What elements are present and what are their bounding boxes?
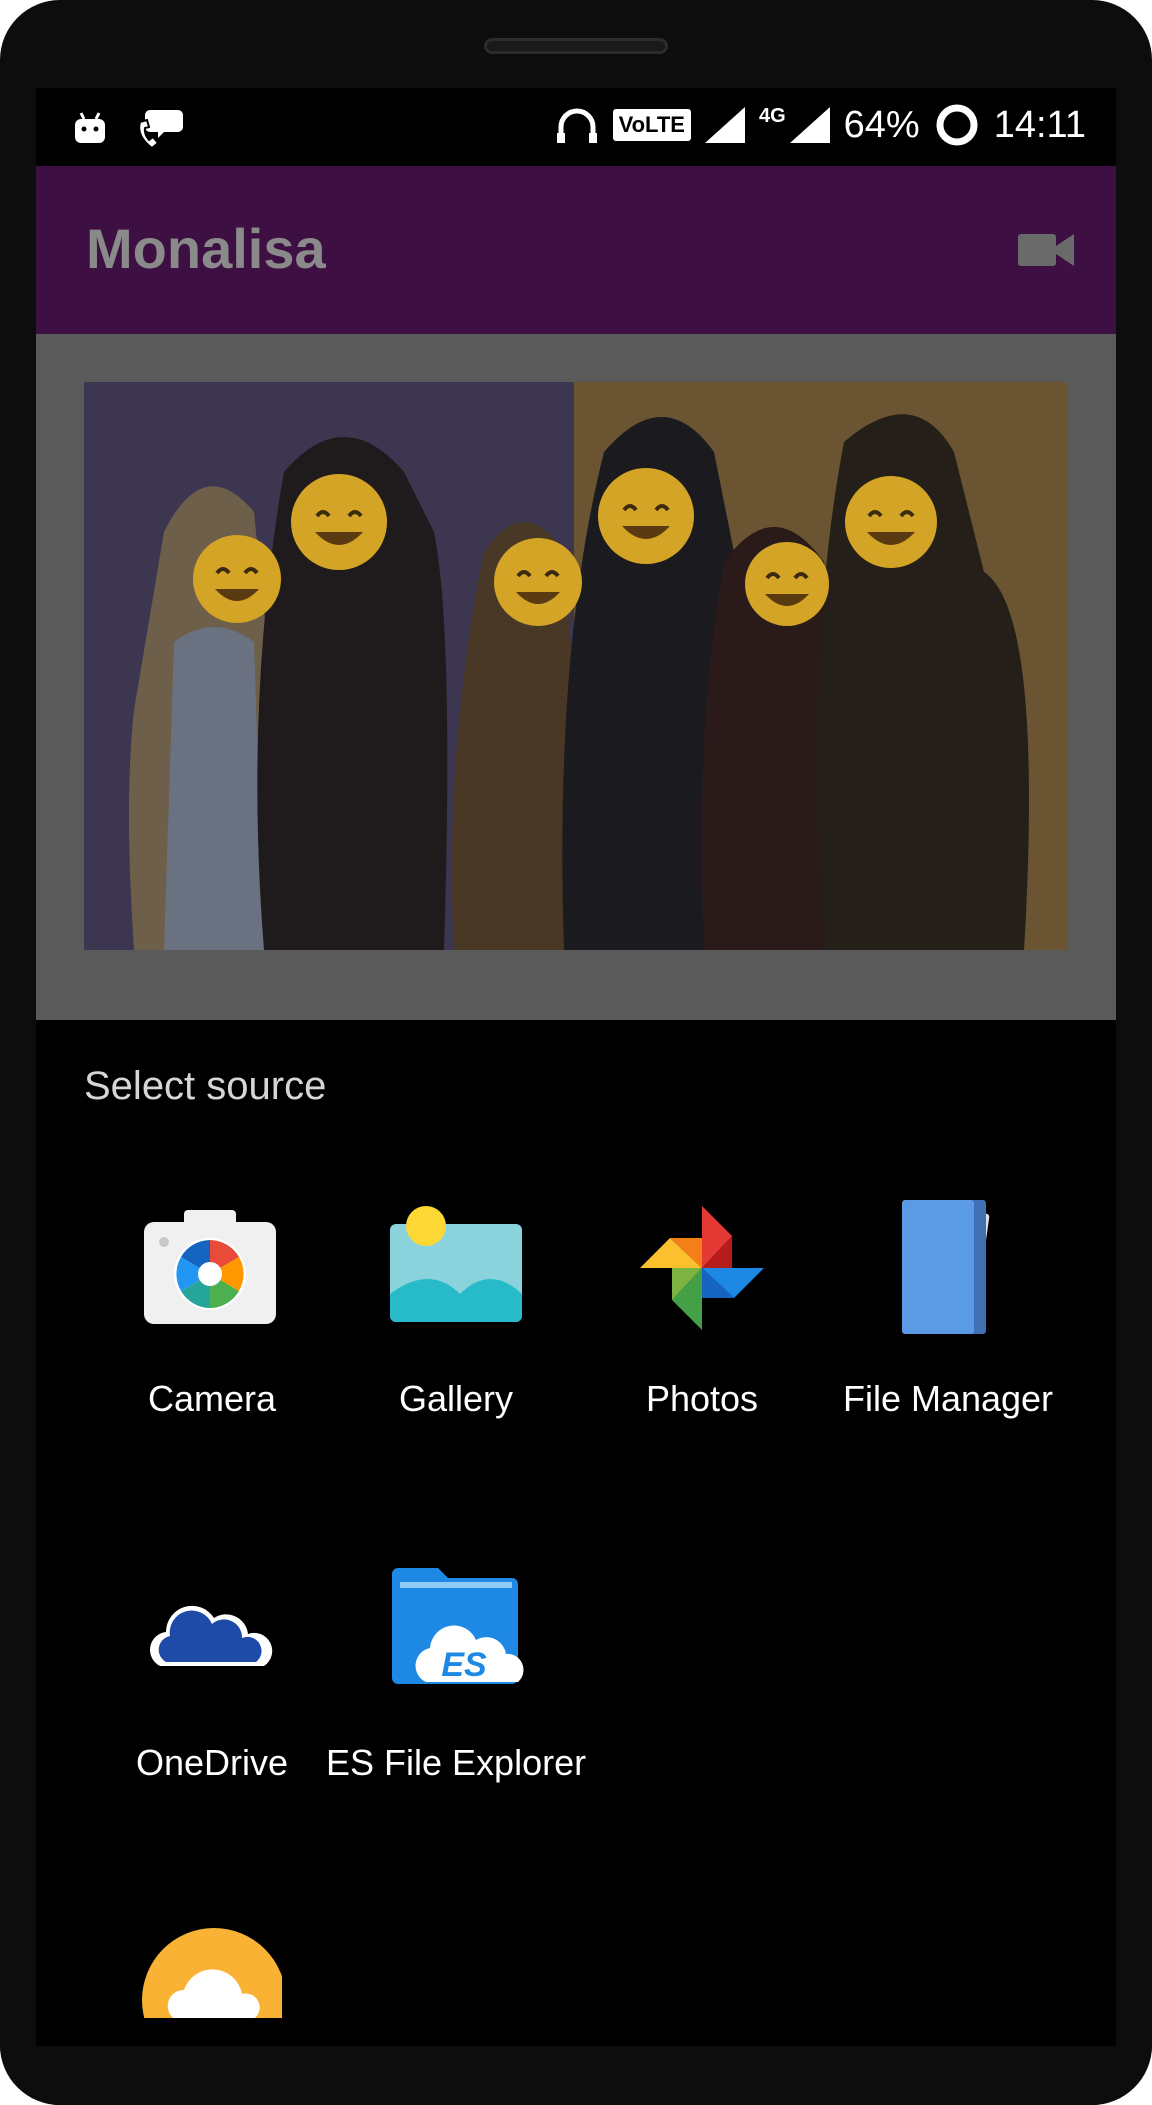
- screen: VoLTE 4G 64% 14:11 Monalisa Select sourc…: [36, 88, 1116, 2046]
- headset-icon: [556, 108, 597, 143]
- app-partial-cloud[interactable]: [82, 1928, 342, 2018]
- signal-icon: [704, 107, 745, 143]
- battery-ring-icon: [936, 104, 978, 146]
- onedrive-cloud-icon: [142, 1562, 282, 1702]
- earpiece-speaker: [484, 38, 668, 54]
- sheet-title: Select source: [84, 1064, 327, 1108]
- select-source-sheet: Select source Camera Gallery Photos File…: [36, 1020, 1116, 2046]
- app-label: Gallery: [398, 1378, 514, 1419]
- content-area: [36, 334, 1116, 1020]
- notification-icons: [72, 108, 184, 150]
- android-notification-icon: [75, 112, 105, 143]
- es-file-explorer-icon: ES: [386, 1562, 526, 1702]
- app-photos[interactable]: Photos: [572, 1198, 832, 1420]
- battery-percent: 64%: [843, 103, 920, 146]
- signal-icon-secondary: [789, 107, 830, 143]
- volte-badge: VoLTE: [612, 109, 691, 141]
- gallery-icon: [386, 1198, 526, 1338]
- app-label: Camera: [147, 1378, 277, 1419]
- app-gallery[interactable]: Gallery: [326, 1198, 586, 1420]
- cloud-app-icon: [142, 1928, 282, 2018]
- chat-call-icon: [138, 110, 183, 150]
- app-file-manager[interactable]: File Manager: [818, 1198, 1078, 1420]
- photos-pinwheel-icon: [632, 1198, 772, 1338]
- app-onedrive[interactable]: OneDrive: [82, 1562, 342, 1784]
- phone-bottom-bezel: [0, 2046, 1152, 2105]
- phone-frame: VoLTE 4G 64% 14:11 Monalisa Select sourc…: [0, 0, 1152, 2105]
- app-bar: Monalisa: [36, 166, 1116, 334]
- app-label: ES File Explorer: [326, 1742, 587, 1783]
- video-camera-icon[interactable]: [1018, 232, 1074, 268]
- file-manager-icon: [878, 1198, 1018, 1338]
- status-bar: VoLTE 4G 64% 14:11: [36, 88, 1116, 166]
- app-title: Monalisa: [86, 217, 326, 280]
- network-type: 4G: [758, 104, 786, 127]
- camera-icon: [142, 1198, 282, 1338]
- app-es-file-explorer[interactable]: ES ES File Explorer: [326, 1562, 586, 1784]
- app-label: Photos: [645, 1378, 759, 1419]
- group-photo: [84, 382, 1068, 950]
- system-status: VoLTE 4G 64% 14:11: [555, 102, 1086, 148]
- app-label: File Manager: [842, 1378, 1054, 1419]
- svg-text:ES: ES: [441, 1646, 487, 1684]
- clock: 14:11: [993, 103, 1086, 146]
- app-label: OneDrive: [135, 1742, 289, 1783]
- app-camera[interactable]: Camera: [82, 1198, 342, 1420]
